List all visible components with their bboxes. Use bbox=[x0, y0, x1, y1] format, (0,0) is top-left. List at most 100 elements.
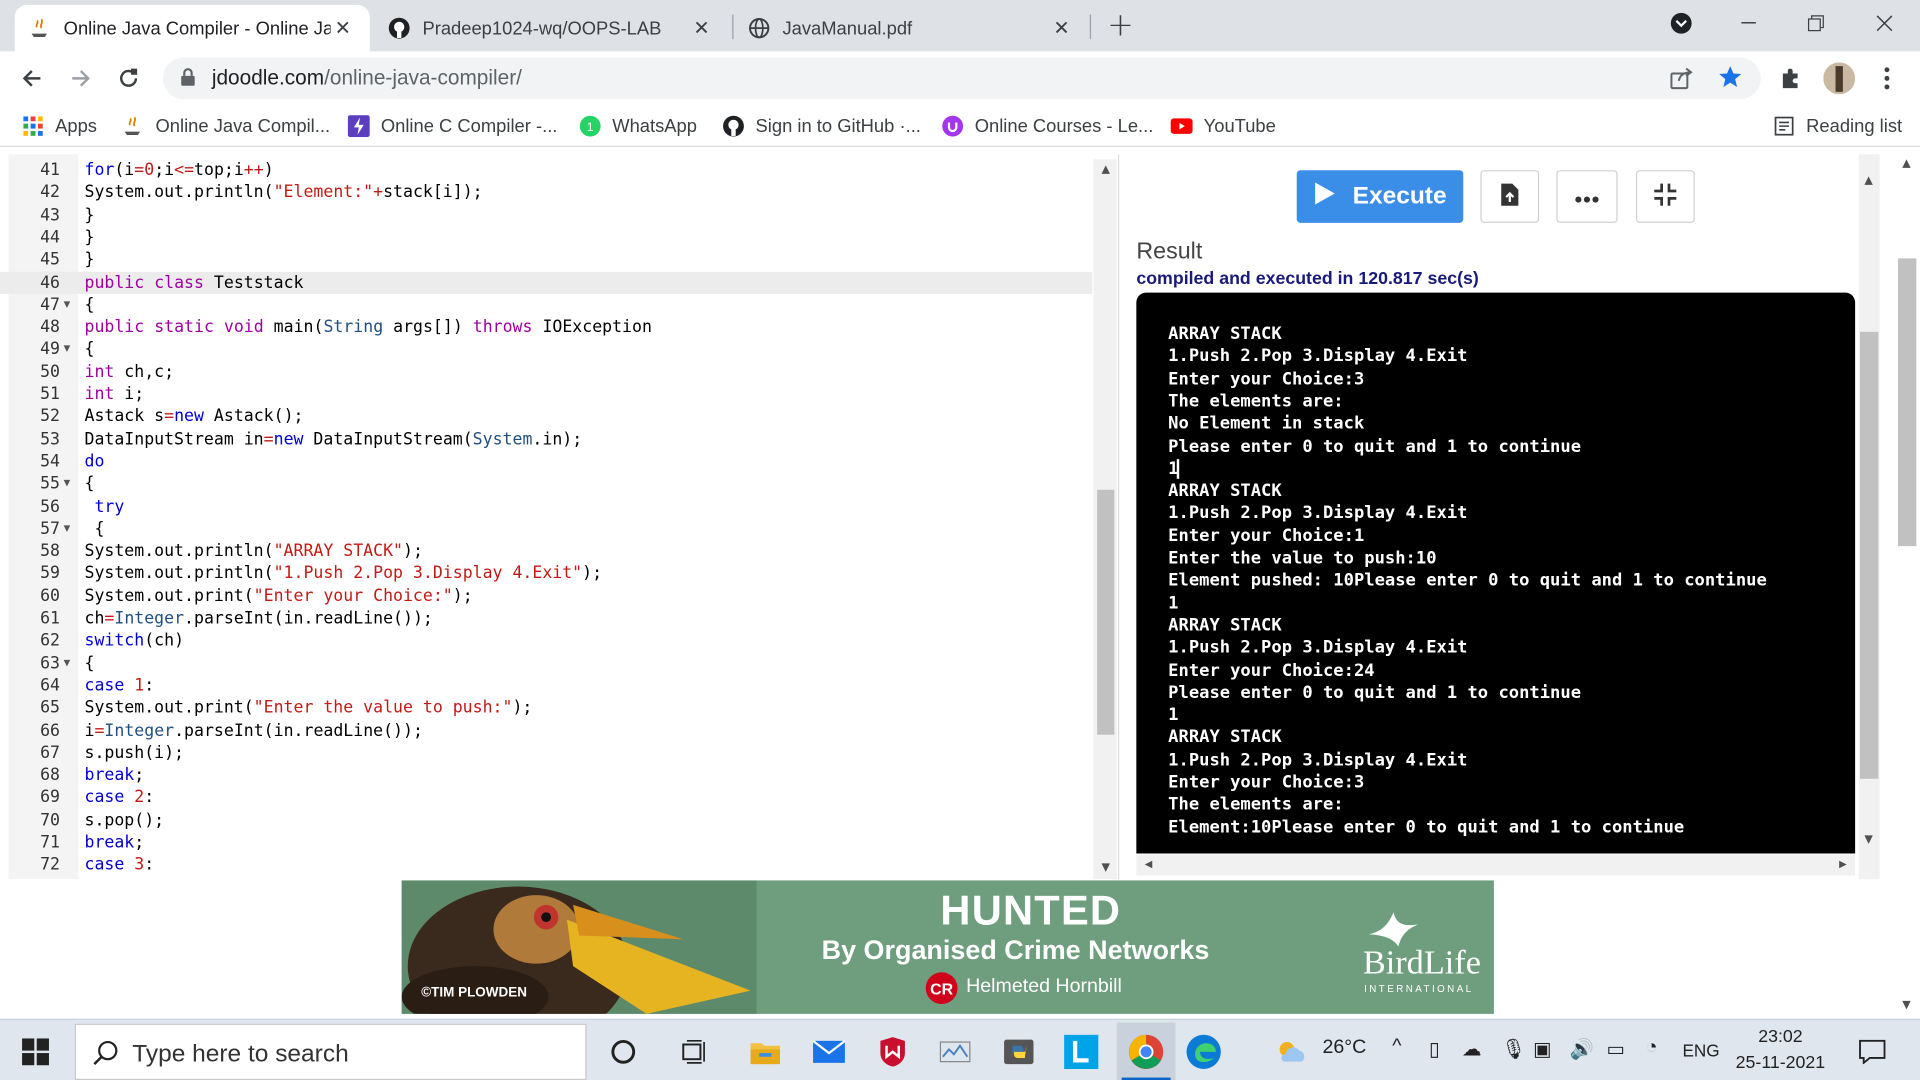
l-app-icon[interactable] bbox=[1060, 1031, 1102, 1073]
code-line[interactable]: 50 int ch,c; bbox=[0, 361, 1092, 383]
profile-avatar[interactable] bbox=[1822, 61, 1856, 95]
bookmark-whatsapp[interactable]: 1 WhatsApp bbox=[579, 113, 697, 140]
code-line[interactable]: 41 for(i=0;i<=top;i++) bbox=[0, 159, 1092, 181]
page-vertical-scrollbar[interactable]: ▲ ▼ bbox=[1894, 154, 1920, 1019]
bookmark-online-java-compiler[interactable]: Online Java Compil... bbox=[122, 113, 330, 140]
tab-close-icon[interactable]: ✕ bbox=[331, 16, 355, 40]
code-line[interactable]: 61 ch=Integer.parseInt(in.readLine()); bbox=[0, 607, 1092, 629]
cortana-icon[interactable] bbox=[602, 1031, 644, 1073]
code-line[interactable]: 56 try bbox=[0, 495, 1092, 517]
code-line[interactable]: 62 switch(ch) bbox=[0, 630, 1092, 652]
tab-close-icon[interactable]: ✕ bbox=[1049, 16, 1073, 40]
console-vertical-scrollbar[interactable]: ▲ ▼ bbox=[1856, 154, 1880, 880]
language-indicator[interactable]: ENG bbox=[1682, 1041, 1719, 1061]
code-line[interactable]: 57 ▼ { bbox=[0, 518, 1092, 540]
tab-github[interactable]: Pradeep1024-wq/OOPS-LAB ✕ bbox=[373, 5, 728, 52]
bookmark-apps[interactable]: Apps bbox=[22, 113, 97, 140]
code-line[interactable]: 43} bbox=[0, 204, 1092, 226]
screen-icon[interactable]: ▣ bbox=[1533, 1037, 1552, 1061]
scroll-up-arrow-icon[interactable]: ▲ bbox=[1856, 175, 1880, 187]
page-scrollbar-thumb[interactable] bbox=[1897, 258, 1917, 547]
code-line[interactable]: 44} bbox=[0, 226, 1092, 248]
close-window-icon[interactable] bbox=[1856, 0, 1912, 47]
code-line[interactable]: 72 case 3: bbox=[0, 854, 1092, 876]
code-line[interactable]: 71 break; bbox=[0, 831, 1092, 853]
fold-arrow-icon[interactable]: ▼ bbox=[64, 652, 71, 674]
edge-icon[interactable] bbox=[1183, 1031, 1225, 1073]
scroll-down-arrow-icon[interactable]: ▼ bbox=[1093, 862, 1116, 874]
system-clock[interactable]: 23:02 25-11-2021 bbox=[1730, 1025, 1830, 1076]
temperature[interactable]: 26°C bbox=[1322, 1037, 1366, 1059]
scroll-right-arrow-icon[interactable]: ▶ bbox=[1831, 858, 1855, 869]
menu-kebab-icon[interactable] bbox=[1870, 61, 1904, 95]
bookmark-youtube[interactable]: YouTube bbox=[1170, 113, 1276, 140]
address-bar[interactable]: jdoodle.com/online-java-compiler/ bbox=[162, 57, 1761, 100]
weather-icon[interactable] bbox=[1271, 1031, 1313, 1073]
code-line[interactable]: 67 s.push(i); bbox=[0, 742, 1092, 764]
microphone-icon[interactable]: 🎙 bbox=[1501, 1037, 1526, 1061]
onedrive-cloud-icon[interactable]: ☁ bbox=[1462, 1037, 1482, 1061]
device-icon[interactable]: ▯ bbox=[1429, 1037, 1440, 1061]
editor-vertical-scrollbar[interactable]: ▲ ▼ bbox=[1093, 159, 1117, 880]
mcafee-icon[interactable] bbox=[872, 1031, 914, 1073]
ad-banner[interactable]: ©TIM PLOWDEN HUNTED By Organised Crime N… bbox=[401, 880, 1494, 1014]
code-line[interactable]: 60 System.out.print("Enter your Choice:")… bbox=[0, 585, 1092, 607]
python-icon[interactable] bbox=[998, 1031, 1040, 1073]
code-line[interactable]: 47 ▼ { bbox=[0, 294, 1092, 316]
output-console[interactable]: ARRAY STACK 1.Push 2.Pop 3.Display 4.Exit… bbox=[1136, 292, 1856, 854]
code-line[interactable]: 70 s.pop(); bbox=[0, 809, 1092, 831]
scroll-up-arrow-icon[interactable]: ▲ bbox=[1894, 158, 1918, 170]
code-line[interactable]: 52 Astack s=new Astack(); bbox=[0, 406, 1092, 428]
tab-javamanual-pdf[interactable]: JavaManual.pdf ✕ bbox=[733, 5, 1088, 52]
minimize-icon[interactable] bbox=[1720, 0, 1776, 47]
file-explorer-icon[interactable] bbox=[744, 1031, 786, 1073]
code-line[interactable]: 69 case 2: bbox=[0, 787, 1092, 809]
collapse-button[interactable] bbox=[1635, 170, 1695, 223]
code-line[interactable]: 49 ▼ { bbox=[0, 338, 1092, 360]
code-line[interactable]: 53 DataInputStream in=new DataInputStream… bbox=[0, 428, 1092, 450]
tab-close-icon[interactable]: ✕ bbox=[689, 16, 713, 40]
code-line[interactable]: 42 System.out.println("Element:"+stack[i]… bbox=[0, 182, 1092, 204]
code-line[interactable]: 45} bbox=[0, 249, 1092, 271]
scroll-left-arrow-icon[interactable]: ◀ bbox=[1136, 858, 1160, 869]
code-line[interactable]: 55 ▼ { bbox=[0, 473, 1092, 495]
forward-arrow-icon[interactable] bbox=[64, 61, 98, 95]
chevron-up-icon[interactable]: ^ bbox=[1392, 1036, 1401, 1058]
notifications-icon[interactable] bbox=[1851, 1031, 1893, 1073]
code-line[interactable]: 48 public static void main(String args[])… bbox=[0, 316, 1092, 338]
wifi-icon[interactable]: ◔ bbox=[1646, 1037, 1658, 1059]
fold-arrow-icon[interactable]: ▼ bbox=[64, 294, 71, 316]
windows-start-icon[interactable] bbox=[15, 1031, 57, 1073]
extensions-puzzle-icon[interactable] bbox=[1774, 61, 1808, 95]
bookmark-online-c-compiler[interactable]: Online C Compiler -... bbox=[347, 113, 557, 140]
taskbar-search-box[interactable]: Type here to search bbox=[74, 1023, 587, 1080]
execute-button[interactable]: Execute bbox=[1296, 170, 1464, 223]
code-line[interactable]: 64 case 1: bbox=[0, 675, 1092, 697]
scroll-down-arrow-icon[interactable]: ▼ bbox=[1894, 999, 1918, 1011]
share-icon[interactable] bbox=[1669, 66, 1693, 95]
code-line[interactable]: 65 System.out.print("Enter the value to p… bbox=[0, 697, 1092, 719]
scroll-down-arrow-icon[interactable]: ▼ bbox=[1856, 834, 1880, 846]
new-tab-button[interactable]: + bbox=[1093, 2, 1147, 49]
volume-icon[interactable]: 🔊 bbox=[1570, 1037, 1594, 1061]
code-line[interactable]: 59 System.out.println("1.Push 2.Pop 3.Dis… bbox=[0, 563, 1092, 585]
task-view-icon[interactable] bbox=[673, 1031, 715, 1073]
scroll-up-arrow-icon[interactable]: ▲ bbox=[1093, 164, 1116, 176]
restore-icon[interactable] bbox=[1788, 0, 1844, 47]
code-line[interactable]: 46 public class Teststack bbox=[0, 271, 1093, 294]
console-horizontal-scrollbar[interactable]: ◀ ▶ bbox=[1136, 854, 1856, 876]
code-line[interactable]: 66 i=Integer.parseInt(in.readLine()); bbox=[0, 719, 1092, 741]
editor-scrollbar-thumb[interactable] bbox=[1097, 489, 1115, 735]
code-line[interactable]: 58 System.out.println("ARRAY STACK"); bbox=[0, 540, 1092, 562]
code-editor[interactable]: 41 for(i=0;i<=top;i++) 42 System.out.printl… bbox=[0, 154, 1117, 880]
reading-list-button[interactable]: Reading list bbox=[1773, 113, 1902, 140]
code-line[interactable]: 54 do bbox=[0, 450, 1092, 472]
code-line[interactable]: 63 ▼ { bbox=[0, 652, 1092, 674]
back-arrow-icon[interactable] bbox=[15, 61, 49, 95]
bookmark-online-courses[interactable]: Online Courses - Le... bbox=[942, 113, 1153, 140]
fold-arrow-icon[interactable]: ▼ bbox=[64, 338, 71, 360]
bookmark-github[interactable]: Sign in to GitHub ·... bbox=[722, 113, 921, 140]
bookmark-star-icon[interactable] bbox=[1718, 65, 1742, 94]
more-options-button[interactable] bbox=[1556, 170, 1618, 223]
console-scrollbar-thumb[interactable] bbox=[1860, 331, 1879, 779]
